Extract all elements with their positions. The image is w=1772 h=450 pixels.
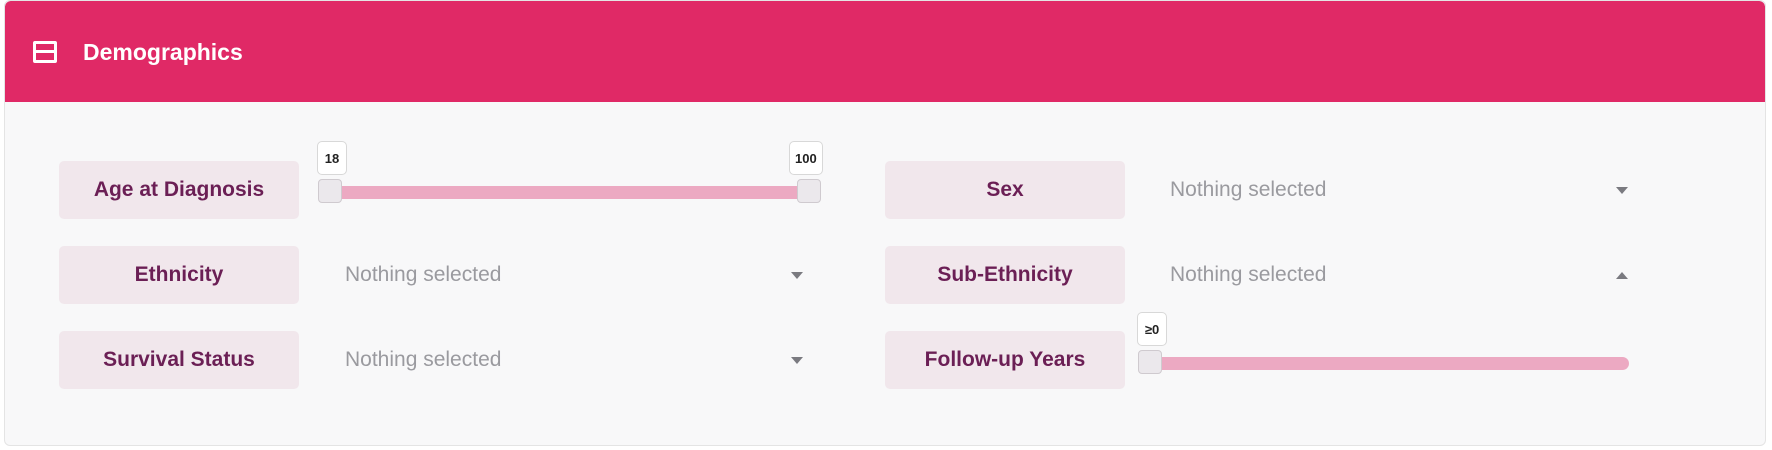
sex-label: Sex [885, 161, 1125, 219]
follow-up-years-label: Follow-up Years [885, 331, 1125, 389]
ethnicity-label: Ethnicity [59, 246, 299, 304]
age-range-slider[interactable]: 18 100 [317, 141, 823, 203]
survival-status-select-placeholder: Nothing selected [345, 348, 502, 371]
panel-header[interactable]: Demographics [5, 1, 1765, 102]
follow-up-value: ≥0 [1137, 312, 1167, 346]
age-min-value: 18 [317, 141, 347, 175]
chevron-down-icon [1616, 187, 1628, 194]
panel-collapse-icon[interactable] [33, 41, 57, 63]
survival-status-select[interactable]: Nothing selected [345, 338, 805, 382]
follow-up-slider-track[interactable] [1145, 357, 1629, 370]
survival-status-label: Survival Status [59, 331, 299, 389]
sub-ethnicity-label: Sub-Ethnicity [885, 246, 1125, 304]
ethnicity-select-placeholder: Nothing selected [345, 263, 502, 286]
age-max-value: 100 [789, 141, 823, 175]
follow-up-slider[interactable]: ≥0 [1137, 312, 1637, 374]
age-min-handle[interactable] [318, 179, 342, 203]
age-at-diagnosis-label: Age at Diagnosis [59, 161, 299, 219]
age-max-handle[interactable] [797, 179, 821, 203]
chevron-down-icon [791, 357, 803, 364]
sub-ethnicity-select-placeholder: Nothing selected [1170, 263, 1327, 286]
chevron-up-icon [1616, 272, 1628, 279]
sex-select-placeholder: Nothing selected [1170, 178, 1327, 201]
panel-title: Demographics [83, 39, 243, 65]
sex-select[interactable]: Nothing selected [1170, 168, 1630, 212]
chevron-down-icon [791, 272, 803, 279]
follow-up-handle[interactable] [1138, 350, 1162, 374]
demographics-panel: Demographics Age at Diagnosis 18 100 Sex… [4, 0, 1766, 446]
sub-ethnicity-select[interactable]: Nothing selected [1170, 253, 1630, 297]
age-slider-track[interactable] [325, 186, 813, 199]
ethnicity-select[interactable]: Nothing selected [345, 253, 805, 297]
